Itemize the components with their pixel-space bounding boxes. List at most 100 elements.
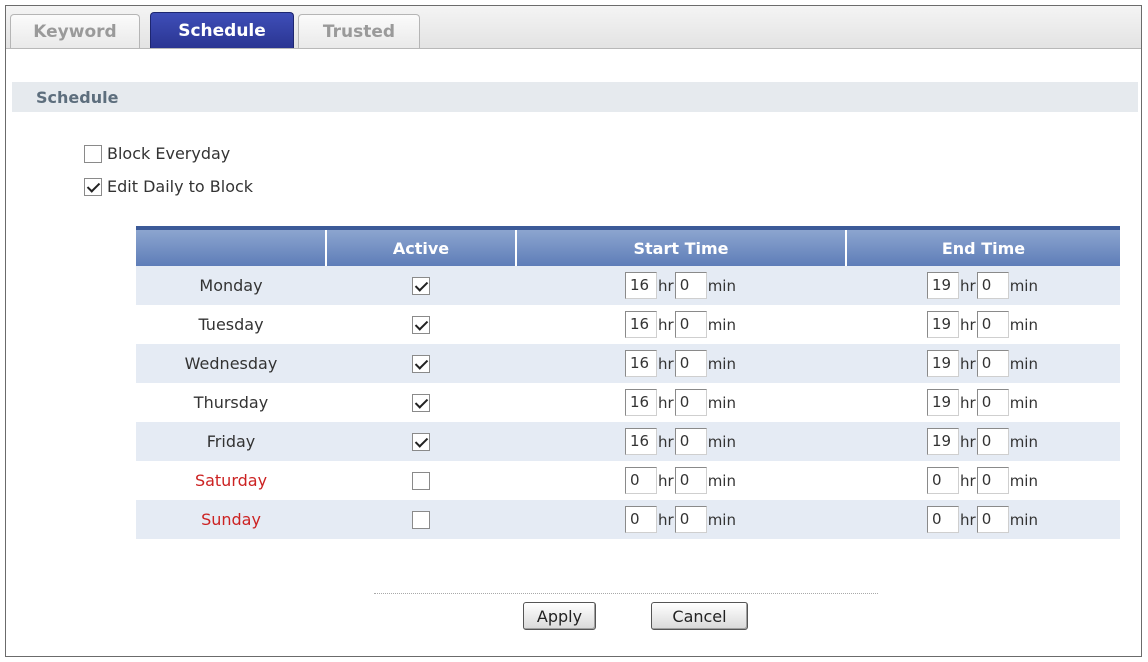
start-hour-input[interactable]: 16 — [625, 389, 657, 416]
end-time-cell: 19 hr 0 min — [846, 305, 1120, 344]
min-unit-label: min — [1009, 354, 1038, 373]
hr-unit-label: hr — [960, 354, 976, 373]
end-minute-input[interactable]: 0 — [976, 428, 1009, 455]
end-minute-input[interactable]: 0 — [976, 506, 1009, 533]
tab-keyword[interactable]: Keyword — [10, 14, 140, 48]
end-minute-input[interactable]: 0 — [976, 272, 1009, 299]
hr-unit-label: hr — [960, 432, 976, 451]
table-row: Friday 16 hr 0 min 19 hr 0 min — [136, 422, 1120, 461]
start-minute-input[interactable]: 0 — [674, 272, 707, 299]
day-label: Wednesday — [136, 344, 326, 383]
end-hour-input[interactable]: 19 — [927, 350, 959, 377]
active-checkbox[interactable] — [412, 277, 430, 296]
active-checkbox[interactable] — [412, 472, 430, 491]
start-minute-input[interactable]: 0 — [674, 389, 707, 416]
hr-unit-label: hr — [658, 276, 674, 295]
table-row: Monday 16 hr 0 min 19 hr 0 min — [136, 266, 1120, 305]
end-hour-input[interactable]: 0 — [927, 506, 959, 533]
active-checkbox[interactable] — [412, 394, 430, 413]
end-minute-input[interactable]: 0 — [976, 389, 1009, 416]
edit-daily-option[interactable]: Edit Daily to Block — [84, 177, 253, 196]
section-title: Schedule — [36, 87, 119, 107]
active-checkbox[interactable] — [412, 355, 430, 374]
start-time-cell: 0 hr 0 min — [516, 461, 846, 500]
hr-unit-label: hr — [658, 432, 674, 451]
start-minute-input[interactable]: 0 — [674, 350, 707, 377]
edit-daily-checkbox[interactable] — [84, 177, 102, 196]
end-hour-input[interactable]: 19 — [927, 389, 959, 416]
min-unit-label: min — [707, 510, 736, 529]
end-time-cell: 0 hr 0 min — [846, 500, 1120, 539]
active-cell — [326, 461, 516, 500]
min-unit-label: min — [707, 276, 736, 295]
tab-schedule[interactable]: Schedule — [150, 12, 294, 48]
tab-trusted[interactable]: Trusted — [298, 14, 420, 48]
hr-unit-label: hr — [960, 276, 976, 295]
start-hour-input[interactable]: 0 — [625, 506, 657, 533]
min-unit-label: min — [1009, 471, 1038, 490]
schedule-table: Active Start Time End Time Monday 16 hr 0 mi… — [136, 226, 1120, 539]
min-unit-label: min — [1009, 276, 1038, 295]
block-everyday-checkbox[interactable] — [84, 144, 102, 163]
hr-unit-label: hr — [960, 510, 976, 529]
start-minute-input[interactable]: 0 — [674, 428, 707, 455]
end-time-cell: 19 hr 0 min — [846, 344, 1120, 383]
day-label: Monday — [136, 266, 326, 305]
min-unit-label: min — [1009, 510, 1038, 529]
end-hour-input[interactable]: 19 — [927, 311, 959, 338]
min-unit-label: min — [1009, 393, 1038, 412]
end-hour-input[interactable]: 19 — [927, 272, 959, 299]
start-minute-input[interactable]: 0 — [674, 311, 707, 338]
hr-unit-label: hr — [960, 471, 976, 490]
table-row: Wednesday 16 hr 0 min 19 hr 0 min — [136, 344, 1120, 383]
active-checkbox[interactable] — [412, 316, 430, 335]
end-time-cell: 0 hr 0 min — [846, 461, 1120, 500]
tab-bar: Keyword Schedule Trusted — [6, 6, 1141, 49]
end-minute-input[interactable]: 0 — [976, 311, 1009, 338]
active-cell — [326, 344, 516, 383]
end-minute-input[interactable]: 0 — [976, 350, 1009, 377]
table-row: Tuesday 16 hr 0 min 19 hr 0 min — [136, 305, 1120, 344]
block-everyday-option[interactable]: Block Everyday — [84, 144, 230, 163]
header-end-time: End Time — [846, 226, 1120, 266]
min-unit-label: min — [1009, 315, 1038, 334]
start-time-cell: 16 hr 0 min — [516, 383, 846, 422]
end-hour-input[interactable]: 0 — [927, 467, 959, 494]
start-hour-input[interactable]: 16 — [625, 350, 657, 377]
active-cell — [326, 500, 516, 539]
hr-unit-label: hr — [658, 393, 674, 412]
start-hour-input[interactable]: 16 — [625, 428, 657, 455]
end-hour-input[interactable]: 19 — [927, 428, 959, 455]
table-row: Sunday 0 hr 0 min 0 hr 0 min — [136, 500, 1120, 539]
end-minute-input[interactable]: 0 — [976, 467, 1009, 494]
start-time-cell: 16 hr 0 min — [516, 422, 846, 461]
min-unit-label: min — [707, 471, 736, 490]
divider — [374, 593, 878, 594]
hr-unit-label: hr — [960, 315, 976, 334]
section-header: Schedule — [12, 82, 1138, 112]
header-active: Active — [326, 226, 517, 266]
block-everyday-label: Block Everyday — [107, 144, 231, 163]
start-hour-input[interactable]: 16 — [625, 272, 657, 299]
header-day — [136, 226, 327, 266]
start-time-cell: 16 hr 0 min — [516, 305, 846, 344]
start-hour-input[interactable]: 16 — [625, 311, 657, 338]
start-minute-input[interactable]: 0 — [674, 506, 707, 533]
start-time-cell: 0 hr 0 min — [516, 500, 846, 539]
day-label: Thursday — [193, 393, 269, 412]
active-cell — [326, 266, 516, 305]
edit-daily-label: Edit Daily to Block — [107, 177, 254, 196]
start-minute-input[interactable]: 0 — [674, 467, 707, 494]
active-checkbox[interactable] — [412, 433, 430, 452]
apply-button[interactable]: Apply — [523, 602, 596, 630]
end-time-cell: 19 hr 0 min — [846, 422, 1120, 461]
active-cell — [326, 422, 516, 461]
hr-unit-label: hr — [960, 393, 976, 412]
cancel-button[interactable]: Cancel — [651, 602, 748, 630]
hr-unit-label: hr — [658, 510, 674, 529]
content-schedule-panel: Keyword Schedule Trusted Schedule Block … — [5, 5, 1142, 657]
start-hour-input[interactable]: 0 — [625, 467, 657, 494]
min-unit-label: min — [707, 354, 736, 373]
active-checkbox[interactable] — [412, 511, 430, 530]
day-label: Sunday — [136, 500, 326, 539]
